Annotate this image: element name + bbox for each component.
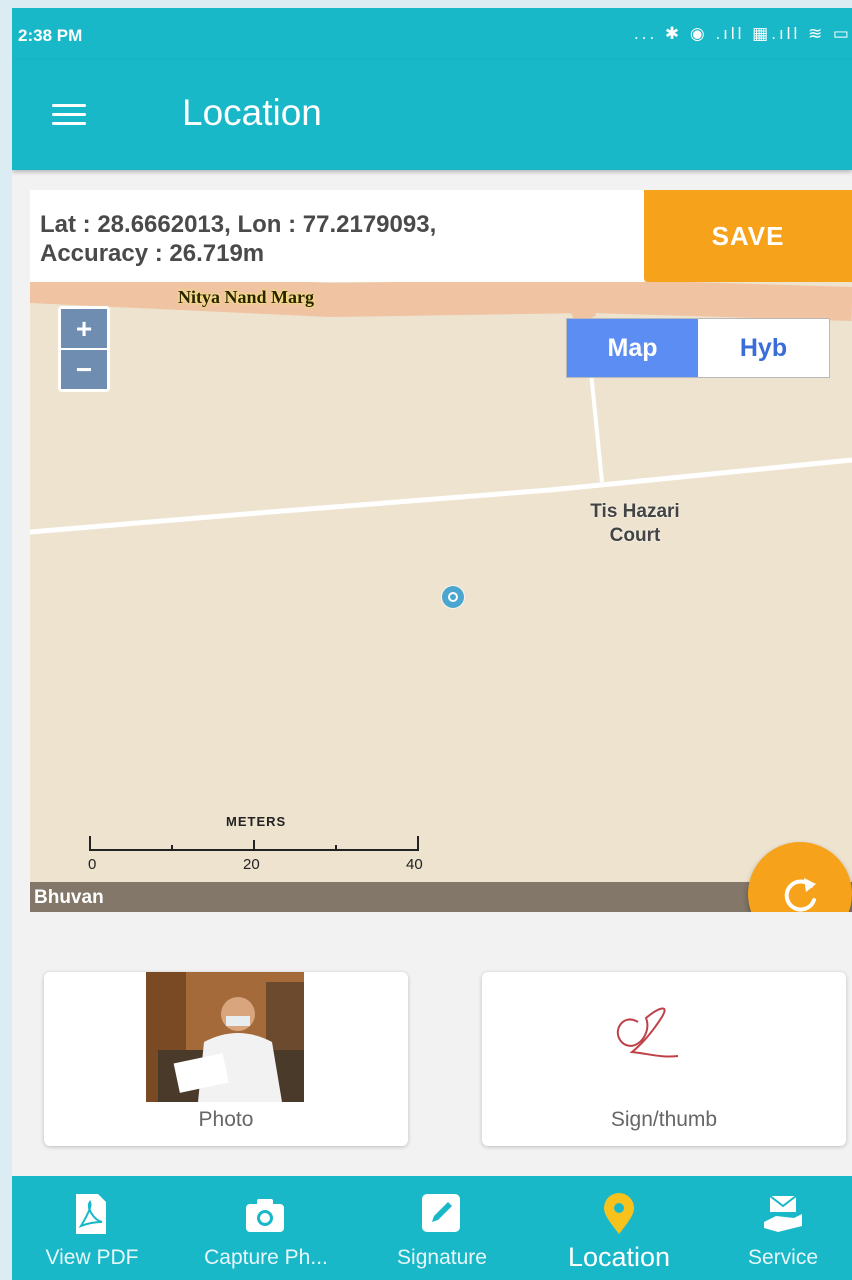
photo-thumbnail [146,972,304,1102]
map-card: Lat : 28.6662013, Lon : 77.2179093, Accu… [30,190,852,912]
bottom-navigation: View PDF Capture Ph... Signature Locatio… [12,1176,852,1280]
zoom-control: + − [58,306,110,392]
pencil-icon [422,1194,460,1232]
coordinates-text: Lat : 28.6662013, Lon : 77.2179093, [40,211,437,238]
page-title: Location [182,92,322,133]
nav-item-service[interactable]: Service [714,1176,852,1280]
app-bar: Location [12,60,852,170]
scale-tick-label: 20 [243,856,260,873]
refresh-location-button[interactable] [748,842,852,912]
phone-screen: 2:38 PM ... ✱ ◉ .ıll ▦.ıll ≋ ▭ Location … [12,8,852,1280]
service-hand-icon [764,1195,802,1232]
signature-card[interactable]: Sign/thumb [482,972,846,1146]
map-attribution-bar: Bhuvan [30,882,852,912]
hybrid-layer-button[interactable]: Hyb [698,319,829,377]
signature-image [617,1007,679,1058]
zoom-out-button[interactable]: − [61,350,107,389]
current-location-marker [442,586,464,608]
menu-icon[interactable] [52,102,86,128]
place-label: Tis Hazari Court [590,501,680,546]
scale-ruler [89,836,419,851]
map-attribution: Bhuvan [34,887,104,908]
nav-item-location[interactable]: Location [524,1176,714,1280]
accuracy-text: Accuracy : 26.719m [40,240,265,267]
nav-item-signature[interactable]: Signature [360,1176,524,1280]
pdf-icon [76,1194,106,1234]
nav-label: Location [567,1242,671,1272]
signature-label: Sign/thumb [610,1108,718,1131]
photo-card[interactable]: Photo [44,972,408,1146]
status-time: 2:38 PM [18,26,83,45]
map-layer-button[interactable]: Map [567,319,698,377]
nav-item-view-pdf[interactable]: View PDF [12,1176,172,1280]
nav-item-capture-photo[interactable]: Capture Ph... [172,1176,360,1280]
coordinates-panel: Lat : 28.6662013, Lon : 77.2179093, Accu… [30,190,644,282]
nav-label: View PDF [45,1246,139,1269]
scale-tick-label: 40 [406,856,423,873]
status-bar: 2:38 PM ... ✱ ◉ .ıll ▦.ıll ≋ ▭ [12,8,852,60]
status-icons: ... ✱ ◉ .ıll ▦.ıll ≋ ▭ [634,24,852,43]
save-button[interactable]: SAVE [644,190,852,282]
photo-label: Photo [198,1108,254,1131]
refresh-icon [784,878,816,912]
map-view[interactable]: Nitya Nand Marg Tis Hazari Court + − Map… [30,282,852,912]
nav-label: Service [747,1246,819,1269]
person-photo [146,972,304,1102]
nav-label: Capture Ph... [204,1246,328,1269]
map-layer-toggle: Map Hyb [566,318,830,378]
scale-bar: METERS 0 20 40 [88,814,448,874]
road-label: Nitya Nand Marg [178,287,314,307]
location-pin-icon [604,1193,634,1234]
zoom-in-button[interactable]: + [61,309,107,348]
camera-icon [246,1199,284,1232]
scale-tick-label: 0 [88,856,97,873]
nav-label: Signature [397,1246,487,1269]
